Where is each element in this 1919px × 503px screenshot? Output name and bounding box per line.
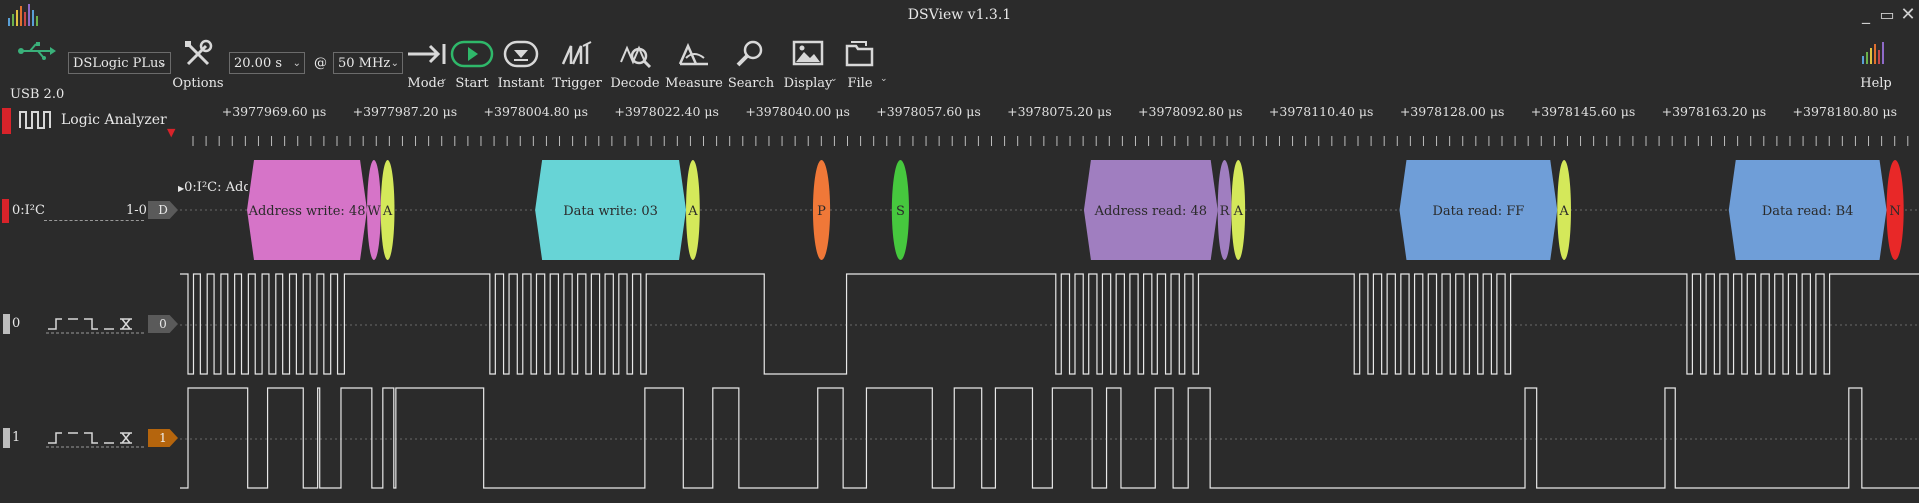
- decoder-segment-label: A: [687, 204, 698, 219]
- decoder-segment-label: Data write: 03: [563, 204, 658, 219]
- display-icon: [792, 40, 824, 66]
- measure-icon: [678, 42, 708, 66]
- decoder-segment[interactable]: A: [1231, 160, 1246, 260]
- decoder-segment-label: A: [1233, 204, 1244, 219]
- duration-select[interactable]: 20.00 s ⌄: [229, 52, 305, 74]
- ruler-tick-label: +3978057.60 μs: [876, 104, 981, 119]
- decode-icon: [620, 45, 652, 69]
- decoder-segment-label: W: [367, 204, 381, 219]
- decoder-segment[interactable]: S: [891, 160, 909, 260]
- instant-button[interactable]: Instant: [491, 36, 551, 96]
- ruler-ticks: [192, 136, 1909, 146]
- instant-label: Instant: [497, 76, 545, 91]
- device-value: DSLogic PLus: [73, 56, 166, 71]
- title-bar: DSView v1.3.1 _ ▭ ✕: [0, 0, 1919, 30]
- display-button[interactable]: Display ⌄: [778, 36, 838, 96]
- toolbar: USB 2.0 DSLogic PLus ⌄ Options 20.00 s ⌄…: [0, 30, 1919, 102]
- measure-button[interactable]: Measure: [664, 36, 724, 96]
- ruler-tick-label: +3977987.20 μs: [352, 104, 458, 119]
- search-label: Search: [727, 76, 775, 91]
- ruler-tick-label: +3978180.80 μs: [1792, 104, 1898, 119]
- ruler-tick-label: +3978075.20 μs: [1007, 104, 1112, 119]
- decode-label: Decode: [610, 76, 660, 91]
- ruler-tick-label: +3978022.40 μs: [614, 104, 719, 119]
- decoder-segment[interactable]: N: [1886, 160, 1904, 260]
- decoder-segment[interactable]: Address read: 48: [1083, 160, 1218, 260]
- at-label: @: [314, 56, 327, 71]
- waveform-area[interactable]: Address write: 48 W A Data write: 03 A P S Addr…: [0, 150, 1919, 503]
- decoder-segment[interactable]: Data read: B4: [1728, 160, 1887, 260]
- decoder-segment-label: N: [1889, 204, 1900, 219]
- display-label: Display: [783, 76, 833, 91]
- channel-0-waveform: [180, 273, 1919, 375]
- ruler-tick-label: +3978163.20 μs: [1661, 104, 1767, 119]
- decode-button[interactable]: Decode: [605, 36, 665, 96]
- restore-button[interactable]: ▭: [1876, 4, 1898, 26]
- decoder-segment[interactable]: A: [686, 160, 700, 260]
- samplerate-value: 50 MHz: [338, 56, 391, 71]
- wrench-screwdriver-icon: [185, 39, 213, 66]
- duration-value: 20.00 s: [234, 56, 283, 71]
- decoder-segment-label: S: [896, 204, 905, 219]
- decoder-segment[interactable]: A: [1557, 160, 1571, 260]
- decoder-segment-label: R: [1220, 204, 1231, 219]
- search-icon: [736, 40, 763, 67]
- file-button[interactable]: File ⌄: [830, 36, 890, 96]
- decoder-segment-label: A: [382, 204, 393, 219]
- decoder-segment-label: A: [1558, 204, 1569, 219]
- device-select[interactable]: DSLogic PLus ⌄: [68, 52, 171, 74]
- help-label: Help: [1860, 76, 1892, 91]
- decoder-segment[interactable]: R: [1217, 160, 1232, 260]
- decoder-segment-label: P: [817, 204, 826, 219]
- ruler-tick-label: +3978110.40 μs: [1268, 104, 1374, 119]
- chevron-down-icon: ⌄: [880, 74, 888, 84]
- decoder-segment[interactable]: W: [367, 160, 381, 260]
- decoder-segment[interactable]: Data write: 03: [535, 160, 687, 260]
- close-button[interactable]: ✕: [1897, 4, 1919, 26]
- minimize-button[interactable]: _: [1855, 4, 1877, 26]
- measure-label: Measure: [665, 76, 723, 91]
- chevron-down-icon: ⌄: [158, 58, 167, 69]
- help-button[interactable]: Help: [1846, 36, 1906, 96]
- decoder-segment[interactable]: P: [812, 160, 831, 260]
- channel-1-waveform: [180, 387, 1919, 489]
- decoder-segment[interactable]: Data read: FF: [1399, 160, 1558, 260]
- ruler-tick-label: +3978004.80 μs: [483, 104, 589, 119]
- samplerate-select[interactable]: 50 MHz ⌄: [333, 52, 403, 74]
- chevron-down-icon: ⌄: [292, 58, 301, 69]
- decoder-segment-label: Address read: 48: [1094, 204, 1207, 219]
- help-logo-icon: [1862, 42, 1884, 64]
- folder-icon: [845, 41, 874, 67]
- decoder-segment-label: Address write: 48: [248, 204, 366, 219]
- ruler-tick-label: +3977969.60 μs: [221, 104, 327, 119]
- trigger-button[interactable]: Trigger: [547, 36, 607, 96]
- options-label: Options: [172, 76, 224, 91]
- search-button[interactable]: Search: [721, 36, 781, 96]
- usb-status: USB 2.0: [10, 40, 64, 102]
- window-title: DSView v1.3.1: [907, 7, 1012, 23]
- play-icon: [450, 40, 494, 68]
- decoder-segment[interactable]: Address write: 48: [247, 160, 368, 260]
- ruler-tick-label: +3978092.80 μs: [1138, 104, 1243, 119]
- decoder-segment[interactable]: A: [380, 160, 395, 260]
- decoder-segment-label: Data read: FF: [1432, 204, 1524, 219]
- instant-icon: [503, 40, 539, 68]
- usb-icon: [18, 42, 56, 60]
- ruler-tick-label: +3978145.60 μs: [1530, 104, 1636, 119]
- decoder-segment-label: Data read: B4: [1762, 204, 1854, 219]
- trigger-label: Trigger: [552, 76, 602, 91]
- ruler-tick-label: +3978040.00 μs: [745, 104, 850, 119]
- ruler-tick-label: +3978128.00 μs: [1399, 104, 1505, 119]
- trigger-icon: [561, 41, 592, 65]
- options-button[interactable]: Options: [168, 36, 228, 96]
